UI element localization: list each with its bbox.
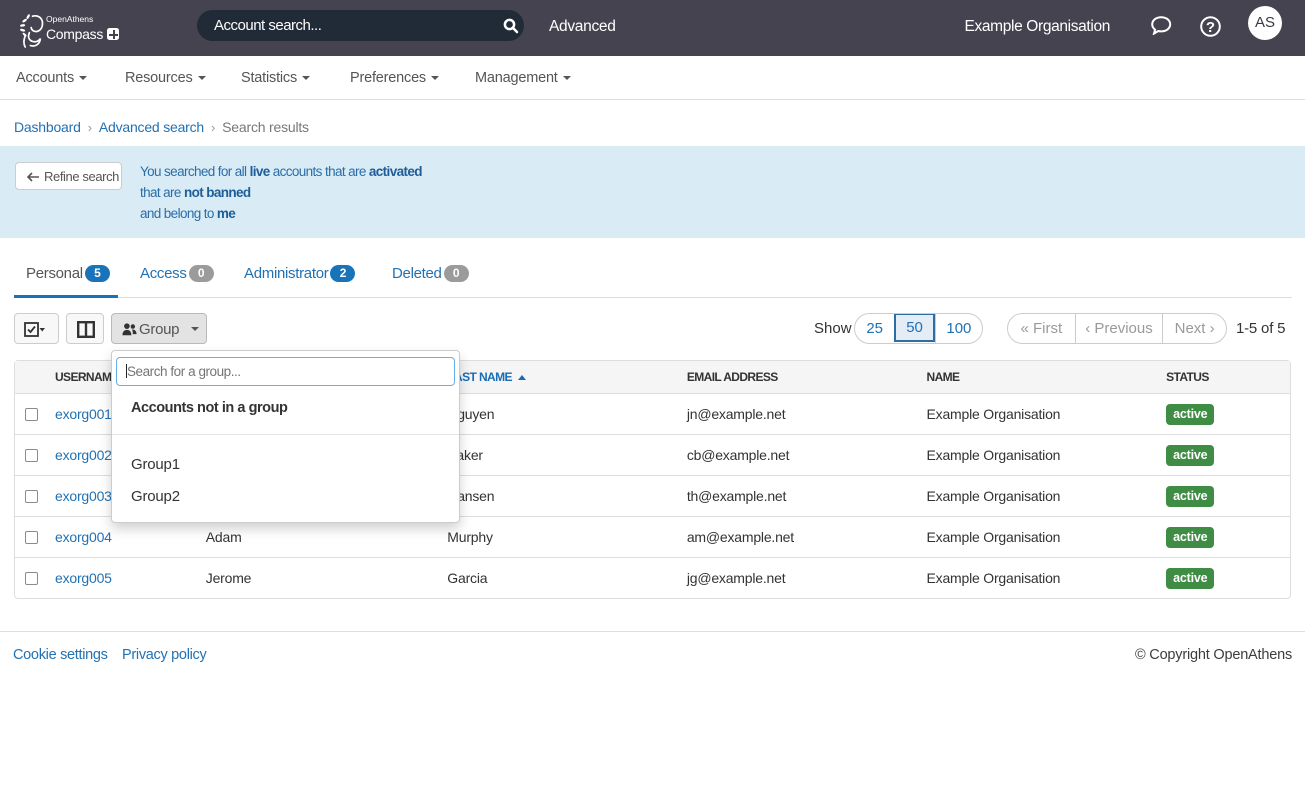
svg-text:?: ? bbox=[1206, 19, 1215, 36]
